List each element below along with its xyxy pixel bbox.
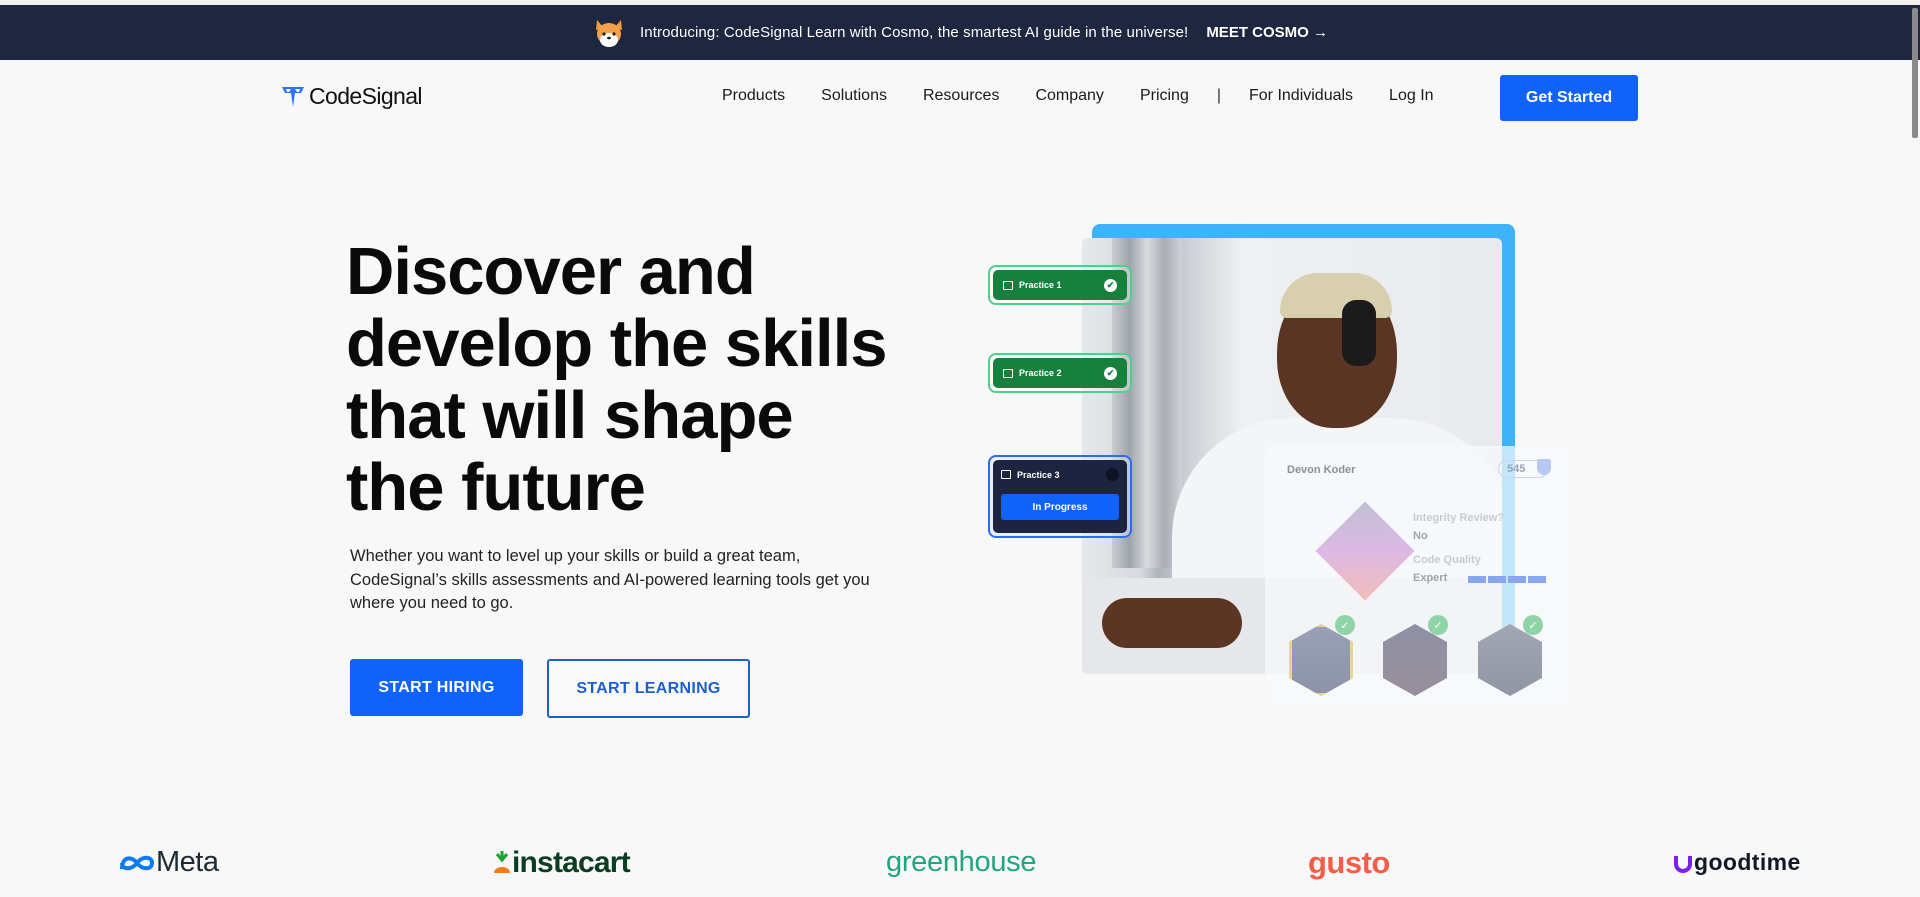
meta-logo-text: Meta xyxy=(156,846,219,878)
shield-icon xyxy=(1537,459,1551,475)
start-hiring-button[interactable]: START HIRING xyxy=(350,659,523,716)
photo-hand xyxy=(1102,598,1242,648)
headphones-icon xyxy=(1342,300,1376,366)
greenhouse-logo-text: greenhouse xyxy=(886,846,1037,878)
meta-infinity-icon xyxy=(120,855,155,870)
nav-divider: | xyxy=(1216,87,1221,104)
announcement-text: Introducing: CodeSignal Learn with Cosmo… xyxy=(640,24,1189,41)
meter-segment xyxy=(1488,576,1506,583)
code-window-icon xyxy=(1003,280,1013,290)
check-circle-icon: ✔ xyxy=(1104,366,1117,380)
hero-description: Whether you want to level up your skills… xyxy=(350,547,870,612)
goodtime-logo: goodtime xyxy=(1672,840,1801,885)
integrity-value: No xyxy=(1413,530,1428,542)
candidate-profile-card: Devon Koder 545 Integrity Review? No Cod… xyxy=(1265,446,1570,708)
instacart-logo-text: instacart xyxy=(512,845,631,879)
codesignal-logo[interactable]: CodeSignal xyxy=(280,83,423,110)
meter-segment xyxy=(1508,576,1526,583)
gusto-logo-text: gusto xyxy=(1308,844,1390,880)
gusto-logo: gusto xyxy=(1308,840,1390,885)
corgi-mascot-icon xyxy=(592,16,626,50)
check-icon: ✓ xyxy=(1428,615,1448,635)
nav-item-pricing[interactable]: Pricing xyxy=(1140,87,1189,105)
practice-label: Practice 2 xyxy=(1019,368,1062,378)
greenhouse-logo: greenhouse xyxy=(886,840,1036,885)
code-window-icon xyxy=(1001,470,1011,479)
goodtime-u-icon xyxy=(1674,855,1692,873)
practice-label: Practice 3 xyxy=(1017,469,1060,480)
practice-card-in-progress: Practice 3 In Progress xyxy=(988,455,1132,538)
nav-item-solutions[interactable]: Solutions xyxy=(821,87,887,105)
check-icon: ✓ xyxy=(1335,615,1355,635)
practice-card: Practice 2 ✔ xyxy=(988,353,1132,393)
meet-cosmo-link[interactable]: MEET COSMO → xyxy=(1206,24,1328,41)
brand-name: CodeSignal xyxy=(309,83,423,109)
pending-circle-icon xyxy=(1106,468,1119,481)
nav-item-company[interactable]: Company xyxy=(1035,87,1103,105)
nav-item-for-individuals[interactable]: For Individuals xyxy=(1249,87,1353,105)
hero-title: Discover and develop the skills that wil… xyxy=(346,234,888,525)
nav-item-products[interactable]: Products xyxy=(722,87,785,105)
code-quality-label: Code Quality xyxy=(1413,554,1481,566)
in-progress-badge: In Progress xyxy=(1001,494,1119,520)
nav-menu: Products Solutions Resources Company Pri… xyxy=(722,87,1470,105)
customer-logos: Meta instacart greenhouse gusto goodtime xyxy=(0,840,1920,890)
nav-item-resources[interactable]: Resources xyxy=(923,87,999,105)
login-link[interactable]: Log In xyxy=(1389,87,1433,105)
announcement-bar: Introducing: CodeSignal Learn with Cosmo… xyxy=(0,5,1920,60)
carrot-icon xyxy=(494,850,510,873)
meter-segment xyxy=(1528,576,1546,583)
start-learning-button[interactable]: START LEARNING xyxy=(547,659,750,718)
candidate-name: Devon Koder xyxy=(1287,464,1356,476)
instacart-logo: instacart xyxy=(492,840,631,885)
check-icon: ✓ xyxy=(1523,615,1543,635)
practice-card: Practice 1 ✔ xyxy=(988,265,1132,305)
check-circle-icon: ✔ xyxy=(1104,278,1117,292)
main-nav: CodeSignal Products Solutions Resources … xyxy=(0,60,1920,136)
integrity-label: Integrity Review? xyxy=(1413,512,1505,524)
codesignal-logo-icon xyxy=(282,86,304,107)
code-window-icon xyxy=(1003,368,1013,378)
code-quality-meter xyxy=(1468,576,1546,583)
get-started-button[interactable]: Get Started xyxy=(1500,75,1638,121)
skill-diamond-chart xyxy=(1315,501,1415,601)
meter-segment xyxy=(1468,576,1486,583)
meta-logo: Meta xyxy=(118,840,219,885)
goodtime-logo-text: goodtime xyxy=(1694,849,1801,875)
practice-label: Practice 1 xyxy=(1019,280,1062,290)
code-quality-value: Expert xyxy=(1413,572,1448,584)
